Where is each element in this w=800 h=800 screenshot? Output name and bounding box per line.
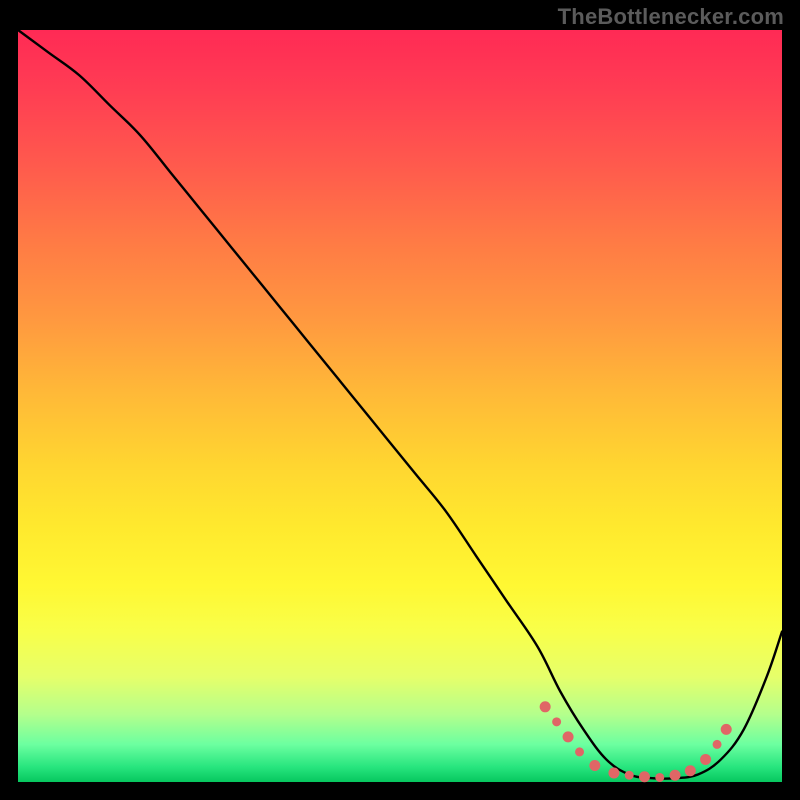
curve-marker (701, 754, 711, 764)
curve-marker (540, 702, 550, 712)
curve-layer (18, 30, 782, 779)
curve-marker (625, 771, 633, 779)
curve-marker (639, 772, 649, 782)
watermark-text: TheBottlenecker.com (558, 4, 784, 30)
curve-marker (563, 732, 573, 742)
curve-marker (670, 770, 680, 780)
curve-marker (553, 718, 561, 726)
bottleneck-curve (18, 30, 782, 779)
curve-marker (656, 773, 664, 781)
curve-marker (590, 760, 600, 770)
curve-marker (609, 768, 619, 778)
curve-marker (685, 766, 695, 776)
curve-marker (721, 724, 731, 734)
plot-outer (18, 30, 782, 782)
curve-marker (713, 740, 721, 748)
curve-marker (576, 748, 584, 756)
chart-svg (18, 30, 782, 782)
marker-layer (540, 702, 731, 782)
chart-frame: TheBottlenecker.com (0, 0, 800, 800)
